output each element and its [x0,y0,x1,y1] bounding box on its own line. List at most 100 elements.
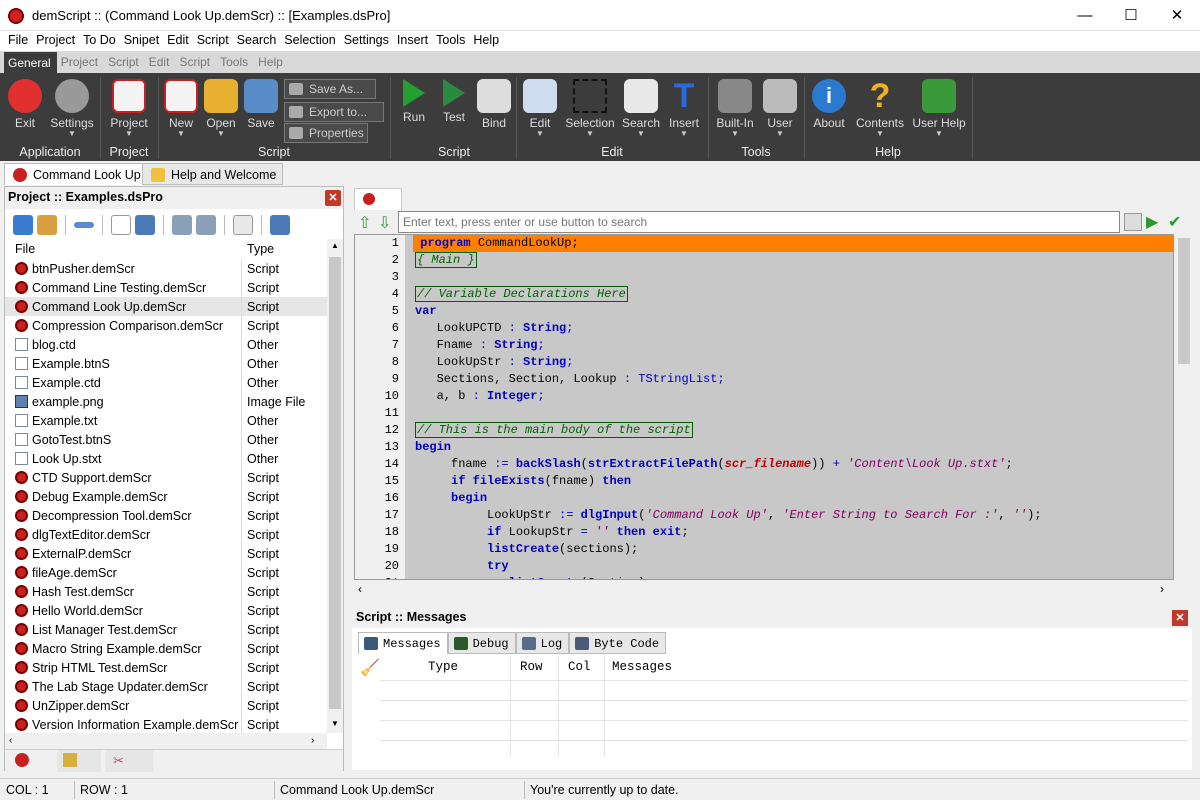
editor-vscrollbar[interactable] [1176,234,1192,580]
close-icon[interactable]: ✕ [325,190,341,206]
tab-log[interactable]: Log [515,632,570,654]
menu-tools[interactable]: Tools [434,31,471,51]
save-as-button[interactable]: Save As... [284,79,376,99]
close-icon[interactable]: ✕ [1172,610,1188,626]
bind-button[interactable]: Bind [476,75,512,130]
new-button[interactable]: New ▼ [162,75,200,138]
file-row[interactable]: Example.txt Other [5,411,327,430]
scroll-left-icon[interactable]: ‹ [358,582,362,596]
scroll-left-icon[interactable]: ‹ [9,735,12,746]
tab-messages[interactable]: Messages [358,632,448,654]
file-row[interactable]: List Manager Test.demScr Script [5,620,327,639]
scroll-right-icon[interactable]: › [1160,582,1164,596]
scroll-up-icon[interactable]: ▲ [331,241,339,250]
file-row[interactable]: Command Look Up.demScr Script [5,297,327,316]
save-button[interactable]: Save [242,75,280,130]
scroll-thumb[interactable] [1178,238,1190,364]
new-page-icon[interactable] [111,215,131,235]
edit-button[interactable]: Edit ▼ [520,75,560,138]
file-row[interactable]: Debug Example.demScr Script [5,487,327,506]
file-row[interactable]: blog.ctd Other [5,335,327,354]
menu-search[interactable]: Search [235,31,283,51]
tab-help-and-welcome[interactable]: Help and Welcome [142,163,284,185]
ribbon-tab-help[interactable]: Help [254,51,289,73]
column-row[interactable]: Row [520,660,543,674]
maximize-button[interactable]: ☐ [1108,0,1154,31]
file-row[interactable]: fileAge.demScr Script [5,563,327,582]
contents-button[interactable]: ? Contents ▼ [852,75,908,138]
code-area[interactable]: 1 2 3 4 5 6 7 8 9 10 11 12 13 14 15 16 1… [354,234,1174,580]
built-in-button[interactable]: Built-In ▼ [712,75,758,138]
menu-todo[interactable]: To Do [81,31,122,51]
file-row[interactable]: Hello World.demScr Script [5,601,327,620]
menu-selection[interactable]: Selection [282,31,341,51]
scroll-down-icon[interactable]: ▼ [331,719,339,728]
notes-tab[interactable] [57,750,101,772]
file-row[interactable]: example.png Image File [5,392,327,411]
search-prev-icon[interactable]: ⇧ [358,213,371,233]
file-row[interactable]: Hash Test.demScr Script [5,582,327,601]
file-list-scrollbar[interactable]: ▲ ▼ [327,239,343,733]
preview-icon[interactable] [233,215,253,235]
ribbon-tab-edit[interactable]: Edit [145,51,176,73]
file-row[interactable]: Command Line Testing.demScr Script [5,278,327,297]
column-type[interactable]: Type [428,660,458,674]
file-row[interactable]: btnPusher.demScr Script [5,259,327,278]
broom-icon[interactable]: 🧹 [360,658,380,678]
settings-button[interactable]: Settings ▼ [48,75,96,138]
file-row[interactable]: GotoTest.btnS Other [5,430,327,449]
search-next-icon[interactable]: ⇩ [378,213,391,233]
menu-project[interactable]: Project [34,31,81,51]
ribbon-tab-project[interactable]: Project [57,51,104,73]
save-project-icon[interactable] [270,215,290,235]
import-icon[interactable] [172,215,192,235]
column-type[interactable]: Type [247,242,274,256]
file-row[interactable]: Example.btnS Other [5,354,327,373]
project-button[interactable]: Project ▼ [104,75,154,138]
file-row[interactable]: ExternalP.demScr Script [5,544,327,563]
menu-file[interactable]: File [6,31,34,51]
search-check-icon[interactable]: ✔ [1168,212,1181,232]
folder-blue-icon[interactable] [135,215,155,235]
editor-hscrollbar[interactable]: ‹ › [354,582,1176,598]
tab-command-look-up[interactable]: Command Look Up [4,163,148,185]
column-file[interactable]: File [15,242,35,256]
remove-icon[interactable] [74,222,94,228]
column-col[interactable]: Col [568,660,591,674]
menu-insert[interactable]: Insert [395,31,434,51]
user-tools-button[interactable]: User ▼ [760,75,800,138]
properties-button[interactable]: Properties [284,123,368,143]
edit-icon[interactable] [37,215,57,235]
user-help-button[interactable]: User Help ▼ [910,75,968,138]
minimize-button[interactable]: — [1062,0,1108,31]
scroll-right-icon[interactable]: › [311,735,314,746]
menu-help[interactable]: Help [471,31,505,51]
menu-snipet[interactable]: Snipet [122,31,165,51]
snippets-tab[interactable]: ✂ [105,750,153,772]
file-row[interactable]: Version Information Example.demScr Script [5,715,327,733]
file-list-hscrollbar[interactable]: ‹ › [5,733,327,749]
search-input[interactable] [398,211,1120,233]
file-row[interactable]: UnZipper.demScr Script [5,696,327,715]
open-button[interactable]: Open ▼ [202,75,240,138]
file-row[interactable]: Decompression Tool.demScr Script [5,506,327,525]
add-icon[interactable] [13,215,33,235]
editor-tab[interactable] [354,188,402,210]
column-messages[interactable]: Messages [612,660,672,674]
run-button[interactable]: Run [396,75,432,124]
export-icon[interactable] [196,215,216,235]
file-row[interactable]: CTD Support.demScr Script [5,468,327,487]
ribbon-tab-general[interactable]: General [4,52,57,73]
selection-button[interactable]: Selection ▼ [564,75,616,138]
menu-settings[interactable]: Settings [342,31,395,51]
ribbon-tab-script-2[interactable]: Script [175,51,216,73]
test-button[interactable]: Test [436,75,472,124]
tab-byte-code[interactable]: Byte Code [569,632,667,654]
close-button[interactable]: ✕ [1154,0,1200,31]
file-row[interactable]: Macro String Example.demScr Script [5,639,327,658]
file-row[interactable]: Look Up.stxt Other [5,449,327,468]
search-icon[interactable] [1124,213,1142,231]
file-row[interactable]: Strip HTML Test.demScr Script [5,658,327,677]
menu-edit[interactable]: Edit [165,31,195,51]
search-button[interactable]: Search ▼ [620,75,662,138]
